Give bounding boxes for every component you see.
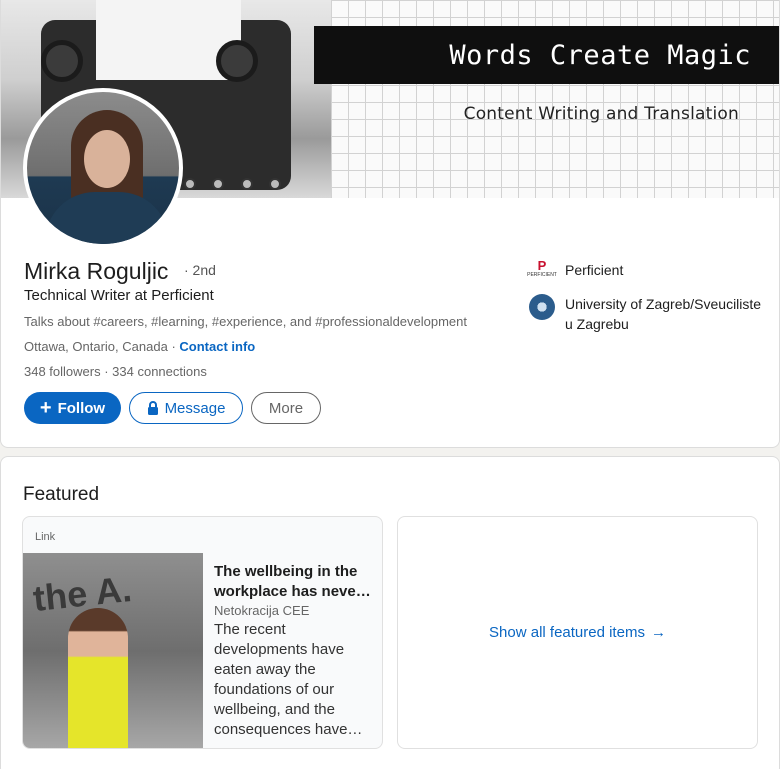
avatar[interactable] (23, 88, 183, 248)
contact-info-link[interactable]: Contact info (179, 339, 255, 354)
location-separator: · (171, 339, 176, 354)
profile-headline: Technical Writer at Perficient (24, 287, 214, 304)
connection-degree: · 2nd (184, 262, 216, 278)
featured-card-image: the A. (23, 553, 203, 748)
followers-count: 348 followers (24, 364, 101, 379)
follow-label: Follow (57, 399, 106, 417)
lock-icon (147, 401, 158, 415)
company-name: Perficient (565, 262, 624, 278)
network-stats: 348 followers · 334 connections (24, 364, 207, 379)
featured-card-text: The wellbeing in the workplace has neve…… (214, 562, 376, 740)
featured-card-kind: Link (35, 531, 56, 543)
talks-about: Talks about #careers, #learning, #experi… (24, 314, 468, 329)
banner-subtitle: Content Writing and Translation (463, 104, 739, 124)
location-text: Ottawa, Ontario, Canada (24, 339, 168, 354)
message-button[interactable]: Message (129, 392, 243, 424)
show-all-label: Show all featured items (489, 624, 645, 641)
featured-title: Featured (23, 484, 100, 505)
featured-source: Netokracija CEE (214, 603, 310, 618)
featured-headline: The wellbeing in the workplace has neve… (214, 563, 371, 600)
banner-title-bar: Words Create Magic (314, 26, 779, 84)
education-school[interactable]: University of Zagreb/Sveuciliste u Zagre… (529, 294, 765, 334)
arrow-right-icon: → (650, 624, 666, 641)
profile-card: Words Create Magic Content Writing and T… (0, 0, 780, 448)
university-seal-icon (529, 294, 555, 320)
message-label: Message (164, 399, 226, 417)
connections-count: · 334 connections (104, 364, 207, 379)
perficient-logo: P PERFICIENT (527, 258, 557, 278)
more-label: More (268, 399, 304, 417)
featured-description: The recent developments have eaten away … (214, 621, 363, 738)
more-button[interactable]: More (251, 392, 321, 424)
location-line: Ottawa, Ontario, Canada · Contact info (24, 339, 255, 354)
plus-icon: + (39, 397, 52, 419)
featured-link-card[interactable]: Link the A. The wellbeing in the workpla… (22, 516, 383, 749)
follow-button[interactable]: + Follow (24, 392, 121, 424)
school-name: University of Zagreb/Sveuciliste u Zagre… (565, 296, 762, 332)
current-company[interactable]: P PERFICIENT Perficient (527, 258, 765, 284)
show-all-featured-button[interactable]: Show all featured items → (397, 516, 758, 749)
profile-name: Mirka Roguljic (24, 258, 169, 284)
banner-title: Words Create Magic (449, 39, 751, 71)
